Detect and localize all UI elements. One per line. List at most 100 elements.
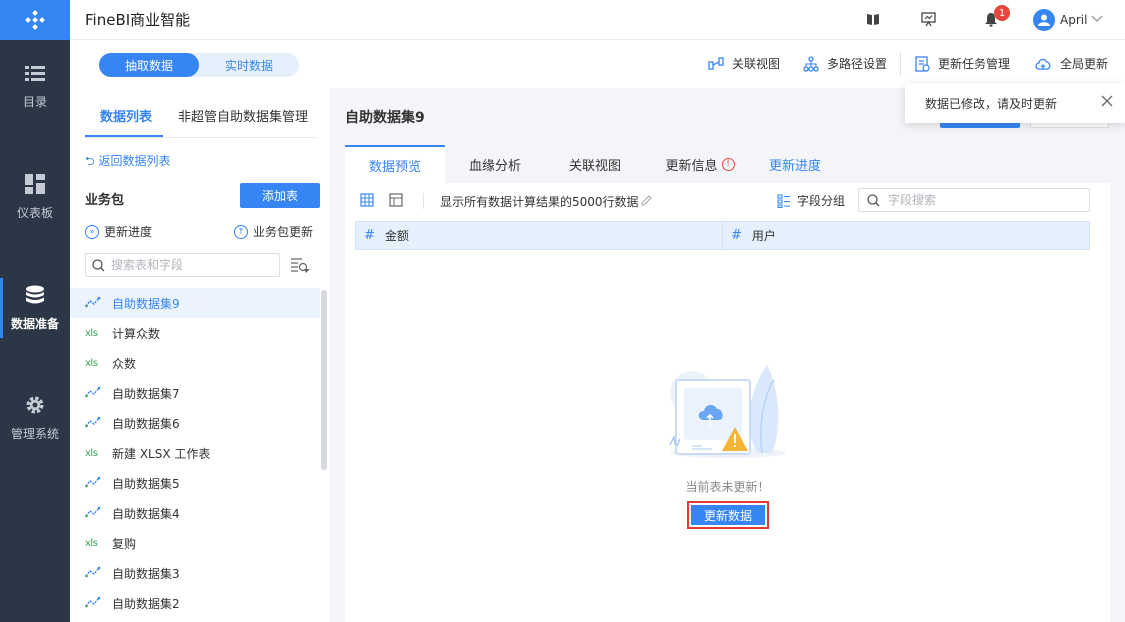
nav-label: 数据准备	[10, 316, 59, 331]
global-update-label: 全局更新	[1060, 57, 1109, 71]
tab-divider	[85, 137, 317, 138]
field-group-icon	[777, 193, 790, 208]
nav-item-data-prep[interactable]: 数据准备	[0, 268, 70, 348]
nav-label: 目录	[22, 94, 47, 109]
toolbar-divider	[900, 52, 901, 76]
book-icon[interactable]	[866, 12, 880, 26]
nav-item-admin[interactable]: 管理系统	[0, 378, 70, 458]
fine-logo-icon	[25, 10, 45, 30]
global-update-button[interactable]: 全局更新	[1034, 55, 1108, 72]
empty-state-text: 当前表未更新！	[685, 480, 770, 494]
package-update-button[interactable]: ↑ 业务包更新	[234, 223, 313, 240]
list-item-label: 自助数据集2	[112, 596, 180, 611]
number-type-icon: #	[731, 228, 742, 243]
add-table-button[interactable]: 添加表	[240, 183, 320, 208]
relation-view-button[interactable]: 关联视图	[708, 55, 780, 72]
task-manage-button[interactable]: 更新任务管理	[914, 55, 1010, 72]
list-item[interactable]: xls 众数	[70, 348, 320, 378]
multi-path-button[interactable]: 多路径设置	[803, 55, 887, 72]
list-item[interactable]: 自助数据集9	[70, 288, 320, 318]
column-label: 金额	[384, 229, 409, 243]
list-item-label: 复购	[112, 536, 137, 551]
field-search-input[interactable]	[888, 193, 1078, 207]
list-item[interactable]: 自助数据集3	[70, 558, 320, 588]
gear-icon	[26, 396, 44, 413]
list-item-label: 新建 XLSX 工作表	[112, 446, 211, 461]
list-item[interactable]: xls 计算众数	[70, 318, 320, 348]
grid-view-icon[interactable]	[360, 193, 374, 207]
relation-view-label: 关联视图	[732, 57, 781, 71]
dashboard-icon	[25, 173, 45, 194]
list-item-label: 自助数据集9	[112, 296, 180, 311]
tab-relation-view[interactable]: 关联视图	[545, 145, 645, 183]
tab-data-list[interactable]: 数据列表	[100, 106, 152, 125]
filter-settings-icon[interactable]	[290, 256, 312, 274]
update-data-button[interactable]: 更新数据	[687, 501, 769, 529]
list-item-label: 众数	[112, 356, 137, 371]
list-item[interactable]: 自助数据集6	[70, 408, 320, 438]
app-title: FineBI商业智能	[85, 11, 191, 29]
list-scrollbar[interactable]	[321, 290, 327, 470]
user-icon	[1038, 14, 1050, 26]
back-label: 返回数据列表	[98, 154, 171, 168]
toast-message: 数据已修改，请及时更新	[925, 96, 1058, 111]
avatar[interactable]	[1033, 9, 1055, 31]
list-item[interactable]: xls 新建 XLSX 工作表	[70, 438, 320, 468]
notification-badge: 1	[994, 5, 1010, 21]
list-item[interactable]: 自助数据集5	[70, 468, 320, 498]
self-dataset-icon	[85, 296, 105, 311]
list-item[interactable]: 自助数据集7	[70, 378, 320, 408]
tab-active-indicator	[85, 135, 163, 137]
field-group-button[interactable]: 字段分组	[777, 192, 845, 209]
excel-table-icon: xls	[85, 357, 98, 369]
column-header-amount[interactable]: # 金额	[364, 222, 409, 249]
table-search-input[interactable]	[111, 258, 271, 272]
field-group-label: 字段分组	[797, 194, 846, 208]
table-header: # 金额 # 用户	[355, 221, 1090, 250]
extract-mode-button[interactable]: 抽取数据	[99, 53, 199, 77]
list-item-label: 自助数据集7	[112, 386, 180, 401]
tab-dataset-manage[interactable]: 非超管自助数据集管理	[178, 106, 308, 125]
show-all-data-text: 显示所有数据计算结果的5000行数据	[440, 195, 639, 209]
list-item[interactable]: 自助数据集2	[70, 588, 320, 618]
upload-circle-icon: ↑	[234, 224, 248, 239]
relation-icon	[708, 56, 724, 70]
search-icon	[867, 193, 880, 206]
tab-lineage[interactable]: 血缘分析	[445, 145, 545, 183]
self-dataset-icon	[85, 506, 105, 521]
tab-update-progress[interactable]: 更新进度	[745, 145, 845, 183]
list-item[interactable]: xls 复购	[70, 528, 320, 558]
realtime-mode-button[interactable]: 实时数据	[199, 53, 299, 77]
warning-info-icon: !	[721, 157, 735, 171]
tab-update-info[interactable]: 更新信息 !	[645, 145, 755, 183]
back-to-list-link[interactable]: ⮌ 返回数据列表	[85, 152, 170, 173]
empty-state-illustration	[669, 365, 786, 458]
list-item[interactable]: 自助数据集4	[70, 498, 320, 528]
task-icon	[915, 55, 930, 72]
list-icon	[25, 65, 45, 81]
chevron-down-icon[interactable]	[1091, 15, 1103, 23]
logo[interactable]	[0, 0, 70, 40]
column-header-user[interactable]: # 用户	[731, 222, 776, 249]
presentation-icon[interactable]	[921, 12, 936, 27]
list-item-label: 自助数据集4	[112, 506, 180, 521]
update-info-label: 更新信息	[665, 158, 718, 174]
notification-toast: 数据已修改，请及时更新	[905, 83, 1125, 123]
username[interactable]: April	[1060, 13, 1087, 27]
close-icon[interactable]	[1101, 95, 1113, 107]
update-progress-button[interactable]: » 更新进度	[85, 223, 152, 240]
nav-item-dashboard[interactable]: 仪表板	[0, 157, 70, 237]
page-title: 自助数据集9	[345, 110, 425, 126]
number-type-icon: #	[364, 228, 375, 243]
tab-data-preview[interactable]: 数据预览	[345, 145, 445, 183]
nav-item-catalog[interactable]: 目录	[0, 47, 70, 127]
column-divider[interactable]	[722, 222, 723, 249]
list-item-label: 自助数据集5	[112, 476, 180, 491]
back-arrow-icon: ⮌	[85, 154, 95, 168]
list-item-label: 计算众数	[112, 326, 161, 341]
multi-path-label: 多路径设置	[827, 57, 888, 71]
update-progress-label: 更新进度	[104, 225, 153, 239]
update-data-label: 更新数据	[691, 505, 765, 525]
edit-icon[interactable]	[640, 194, 653, 207]
detail-view-icon[interactable]	[389, 193, 403, 207]
